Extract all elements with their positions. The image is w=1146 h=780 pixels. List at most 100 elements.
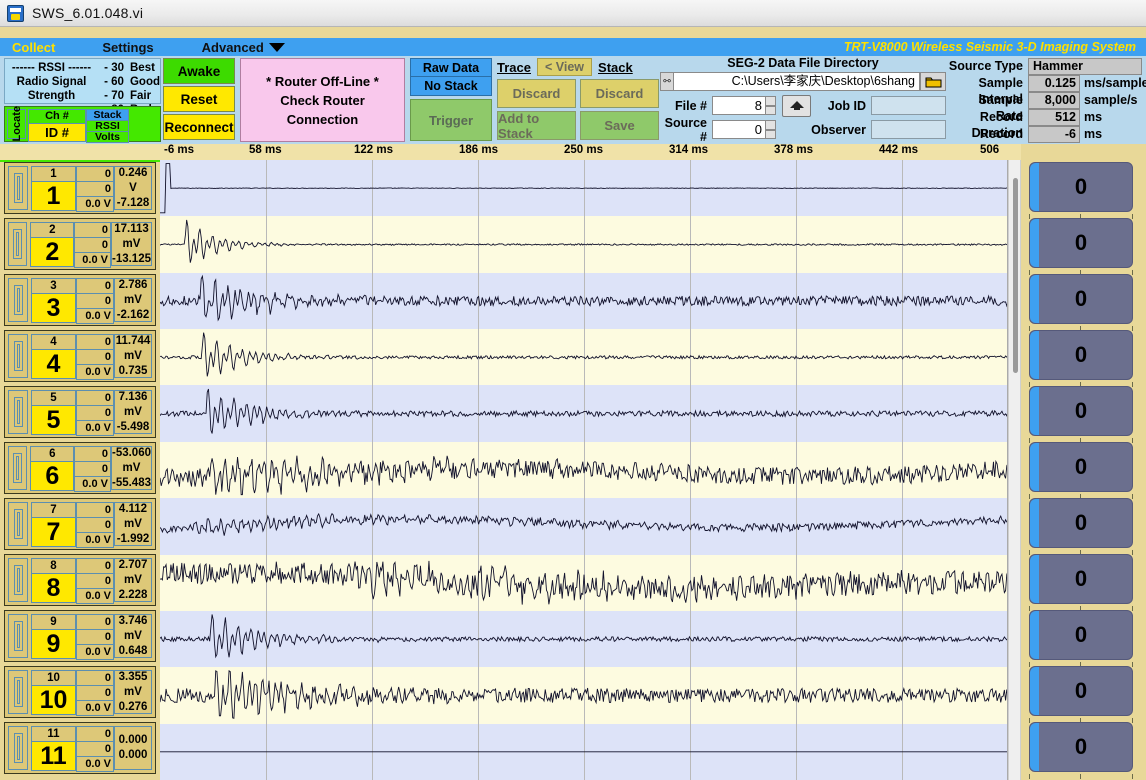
observer-input[interactable]	[871, 120, 946, 139]
locate-coil-icon	[14, 173, 23, 203]
stack-save-button[interactable]: Save	[580, 111, 659, 140]
job-id-label: Job ID	[811, 99, 871, 113]
gain-slider[interactable]: 0	[1029, 218, 1133, 268]
trace-scrollbar[interactable]	[1008, 160, 1021, 780]
channel-list: 11000.0 V0.246V-7.12822000.0 V17.113mV-1…	[0, 160, 160, 780]
gain-slider[interactable]: 0	[1029, 442, 1133, 492]
channel-row[interactable]: 99000.0 V3.746mV0.648	[4, 610, 156, 662]
folder-open-icon[interactable]	[920, 72, 946, 91]
gain-slider-value: 0	[1075, 398, 1087, 424]
menu-item-advanced[interactable]: Advanced	[202, 40, 285, 55]
channel-locate-button[interactable]	[8, 390, 28, 434]
gain-slider[interactable]: 0	[1029, 554, 1133, 604]
job-id-input[interactable]	[871, 96, 946, 115]
seismic-trace-plot[interactable]	[160, 160, 1008, 780]
channel-locate-button[interactable]	[8, 334, 28, 378]
gain-slider[interactable]: 0	[1029, 610, 1133, 660]
gain-slider-tick	[1029, 718, 1030, 723]
legend-locate-label: Locate	[11, 106, 23, 141]
trace-scrollbar-thumb[interactable]	[1013, 178, 1018, 373]
setting-value[interactable]: 8,000	[1028, 92, 1080, 109]
channel-locate-button[interactable]	[8, 222, 27, 266]
channel-row[interactable]: 33000.0 V2.786mV-2.162	[4, 274, 156, 326]
channel-locate-button[interactable]	[8, 502, 28, 546]
setting-value[interactable]: 512	[1028, 109, 1080, 126]
product-brand-label: TRT-V8000 Wireless Seismic 3-D Imaging S…	[844, 38, 1136, 56]
trigger-button[interactable]: Trigger	[410, 99, 492, 141]
channel-number: 3	[31, 278, 76, 294]
channel-locate-button[interactable]	[8, 446, 27, 490]
trace-discard-button[interactable]: Discard	[497, 79, 576, 108]
gain-slider[interactable]: 0	[1029, 274, 1133, 324]
gain-slider[interactable]: 0	[1029, 666, 1133, 716]
gain-slider[interactable]: 0	[1029, 162, 1133, 212]
rssi-scale-label: Fair	[124, 89, 151, 103]
channel-number: 1	[31, 166, 76, 182]
setting-value[interactable]: 0.125	[1028, 75, 1080, 92]
gain-slider[interactable]: 0	[1029, 386, 1133, 436]
channel-row[interactable]: 44000.0 V11.744mV0.735	[4, 330, 156, 382]
gain-slider[interactable]: 0	[1029, 330, 1133, 380]
channel-stack-value: 0	[76, 502, 114, 518]
gain-slider-tick	[1029, 662, 1030, 667]
trace-group-label: Trace	[497, 60, 531, 75]
setting-label: Record Duration	[948, 109, 1028, 126]
trace-line	[160, 164, 1008, 213]
setting-value[interactable]: -6	[1028, 126, 1080, 143]
file-number-input[interactable]: 8	[712, 96, 766, 115]
reset-button[interactable]: Reset	[163, 86, 235, 112]
gain-slider-fill	[1030, 387, 1039, 435]
reconnect-button[interactable]: Reconnect	[163, 114, 235, 140]
router-offline-warning: * Router Off-Line * Check Router Connect…	[240, 58, 405, 142]
setting-value[interactable]: Hammer	[1028, 58, 1142, 75]
add-to-stack-button[interactable]: Add to Stack	[497, 111, 576, 140]
no-stack-toggle[interactable]: No Stack	[410, 77, 492, 96]
channel-locate-button[interactable]	[8, 558, 28, 602]
channel-locate-button[interactable]	[8, 278, 28, 322]
setting-row: Record Duration512ms	[948, 109, 1142, 126]
channel-number: 2	[30, 222, 74, 238]
awake-button[interactable]: Awake	[163, 58, 235, 84]
setting-label: Record Delay	[948, 126, 1028, 143]
gain-slider-value: 0	[1075, 510, 1087, 536]
channel-row[interactable]: 77000.0 V4.112mV-1.992	[4, 498, 156, 550]
up-arrow-icon[interactable]	[782, 95, 811, 117]
channel-row[interactable]: 11000.0 V0.246V-7.128	[4, 162, 156, 214]
time-axis: -6 ms58 ms122 ms186 ms250 ms314 ms378 ms…	[0, 144, 1146, 160]
gain-slider[interactable]: 0	[1029, 722, 1133, 772]
legend-ch-label: Ch #	[28, 109, 86, 124]
time-axis-tick: 442 ms	[879, 144, 918, 156]
channel-volts-value: 0.0 V	[76, 365, 114, 380]
source-number-input[interactable]: 0	[712, 120, 766, 139]
channel-volts-value: 0.0 V	[76, 309, 114, 324]
file-number-stepper[interactable]	[765, 96, 776, 115]
stack-discard-button[interactable]: Discard	[580, 79, 659, 108]
menu-item-collect[interactable]: Collect	[12, 40, 55, 55]
channel-row[interactable]: 55000.0 V7.136mV-5.498	[4, 386, 156, 438]
gain-slider-tick	[1029, 214, 1030, 219]
channel-locate-button[interactable]	[8, 614, 28, 658]
channel-row[interactable]: 66000.0 V-53.060mV-55.483	[4, 442, 156, 494]
channel-locate-button[interactable]	[8, 166, 28, 210]
gain-slider[interactable]: 0	[1029, 498, 1133, 548]
channel-locate-button[interactable]	[8, 726, 28, 770]
channel-row[interactable]: 1010000.0 V3.355mV0.276	[4, 666, 156, 718]
channel-stack-value: 0	[76, 334, 114, 350]
channel-locate-button[interactable]	[8, 670, 28, 714]
gain-slider-tick	[1132, 494, 1133, 499]
channel-row[interactable]: 88000.0 V2.707mV2.228	[4, 554, 156, 606]
raw-data-toggle[interactable]: Raw Data	[410, 58, 492, 77]
path-browse-icon[interactable]: ⚯	[660, 72, 674, 91]
legend-locate-button[interactable]: Locate	[7, 109, 26, 139]
view-toggle-button[interactable]: < View	[537, 58, 592, 76]
channel-row[interactable]: 1111000.0 V0.0000.000	[4, 722, 156, 774]
channel-min-amplitude: -5.498	[117, 420, 150, 435]
gain-slider-value: 0	[1075, 622, 1087, 648]
gain-slider-tick	[1080, 774, 1081, 779]
channel-row[interactable]: 22000.0 V17.113mV-13.125	[4, 218, 156, 270]
rssi-title-line2: Radio Signal	[5, 75, 98, 89]
seg2-path-input[interactable]: C:\Users\李家庆\Desktop\6shang	[674, 72, 920, 91]
source-number-stepper[interactable]	[765, 120, 776, 139]
legend-id-label: ID #	[28, 124, 86, 142]
menu-item-settings[interactable]: Settings	[102, 40, 153, 55]
